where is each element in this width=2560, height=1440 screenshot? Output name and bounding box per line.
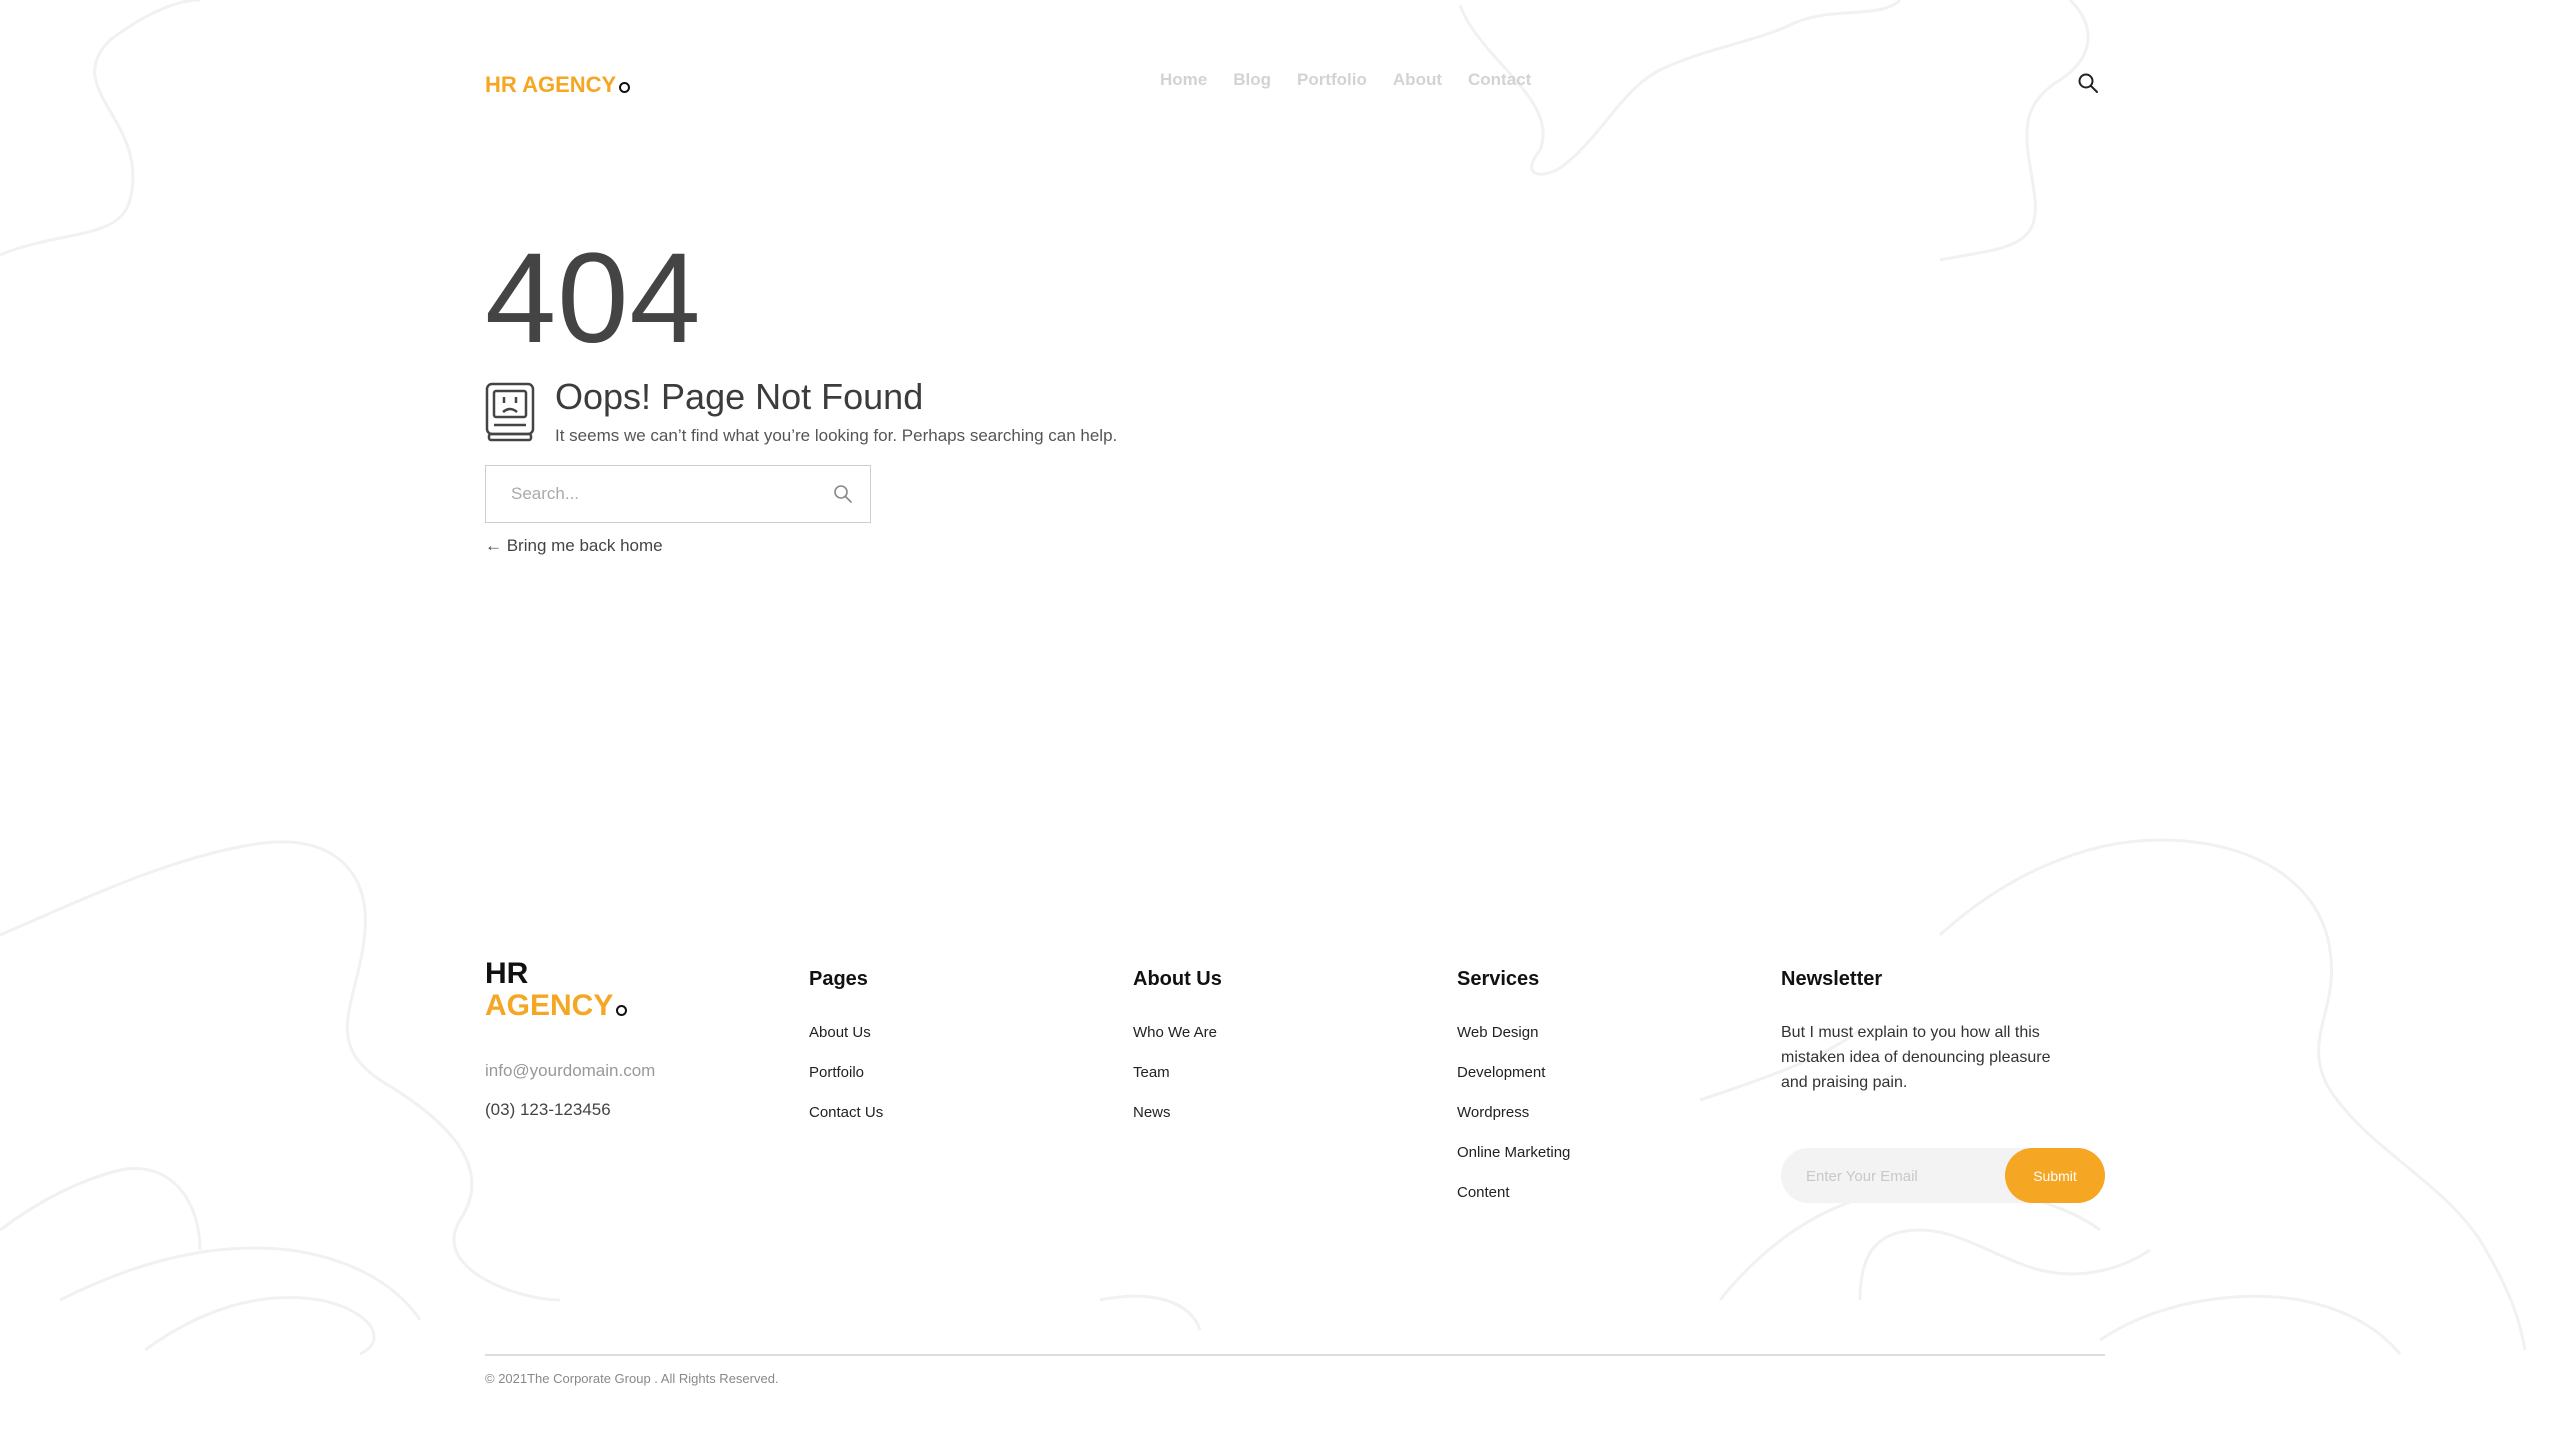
nav-item-portfolio[interactable]: Portfolio [1297, 70, 1367, 90]
copyright-text: © 2021The Corporate Group . All Rights R… [485, 1371, 779, 1386]
footer-link-team[interactable]: Team [1133, 1064, 1222, 1082]
footer-logo[interactable]: HR AGENCY [485, 957, 628, 1022]
newsletter-submit-button[interactable]: Submit [2005, 1148, 2105, 1203]
newsletter-form: Submit [1781, 1148, 2105, 1205]
footer-link-web-design[interactable]: Web Design [1457, 1024, 1570, 1042]
background-decoration [0, 0, 2527, 1356]
site-logo[interactable]: HR AGENCY [485, 72, 631, 98]
search-input[interactable] [486, 466, 821, 522]
search-icon[interactable] [2077, 72, 2099, 94]
footer-link-who-we-are[interactable]: Who We Are [1133, 1024, 1222, 1042]
nav-item-home[interactable]: Home [1160, 70, 1207, 90]
footer-link-wordpress[interactable]: Wordpress [1457, 1104, 1570, 1122]
footer-pages-title: Pages [809, 968, 868, 990]
sad-computer-icon [485, 382, 535, 442]
newsletter-email-input[interactable] [1781, 1148, 2008, 1205]
footer-email[interactable]: info@yourdomain.com [485, 1061, 655, 1081]
footer-phone: (03) 123-123456 [485, 1100, 611, 1119]
footer-about-title: About Us [1133, 968, 1222, 990]
search-icon[interactable] [833, 484, 853, 504]
error-title: Oops! Page Not Found [555, 376, 924, 417]
newsletter-text: But I must explain to you how all this m… [1781, 1024, 2051, 1091]
footer-logo-line1: HR [485, 957, 529, 990]
footer-newsletter-title: Newsletter [1781, 968, 1883, 990]
footer-link-portfolio[interactable]: Portfoilo [809, 1064, 883, 1082]
logo-dot-icon [616, 1005, 628, 1016]
logo-dot-icon [619, 82, 631, 93]
back-home-link[interactable]: ← Bring me back home [485, 536, 663, 556]
footer-link-content[interactable]: Content [1457, 1184, 1570, 1202]
footer-divider [485, 1354, 2105, 1356]
nav-item-about[interactable]: About [1393, 70, 1442, 90]
footer-link-contact-us[interactable]: Contact Us [809, 1104, 883, 1122]
main-nav: Home Blog Portfolio About Contact [1160, 70, 1531, 90]
logo-text: HR AGENCY [485, 72, 617, 97]
footer-services-column: Services Web Design Development Wordpres… [1457, 968, 1570, 1224]
footer-about-column: About Us Who We Are Team News [1133, 968, 1222, 1144]
footer-pages-column: Pages About Us Portfoilo Contact Us [809, 968, 883, 1144]
footer-link-about-us[interactable]: About Us [809, 1024, 883, 1042]
footer-newsletter-column: Newsletter But I must explain to you how… [1781, 968, 2081, 1095]
footer-logo-line2: AGENCY [485, 989, 614, 1022]
error-code: 404 [485, 227, 702, 370]
nav-item-contact[interactable]: Contact [1468, 70, 1531, 90]
footer-link-news[interactable]: News [1133, 1104, 1222, 1122]
footer-services-title: Services [1457, 968, 1540, 990]
footer-link-development[interactable]: Development [1457, 1064, 1570, 1082]
nav-item-blog[interactable]: Blog [1233, 70, 1271, 90]
footer-link-online-marketing[interactable]: Online Marketing [1457, 1144, 1570, 1162]
search-form [485, 465, 871, 523]
error-message: It seems we can’t find what you’re looki… [555, 426, 1118, 445]
